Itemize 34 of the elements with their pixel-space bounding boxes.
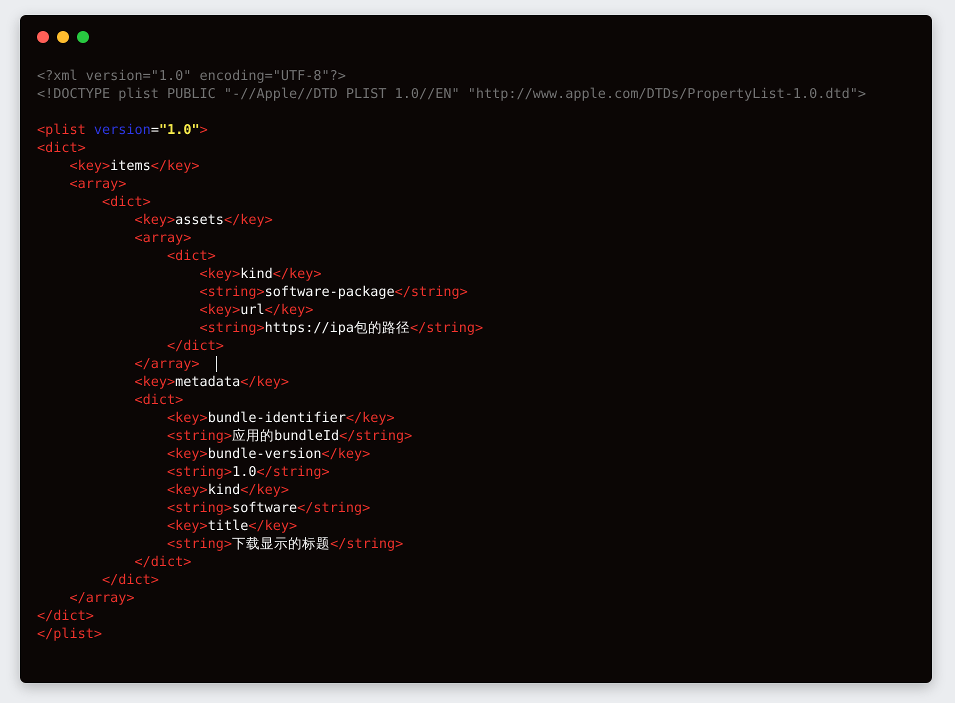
code-line: <string>software</string> [166, 499, 370, 517]
code-line: <array> [134, 229, 192, 247]
code-line: <string>software-package</string> [198, 283, 468, 301]
code-line: <string>https://ipa包的路径</string> [198, 319, 484, 337]
code-line: </dict> [101, 571, 159, 589]
code-line: <key>assets</key> [134, 211, 273, 229]
code-line: <string>应用的bundleId</string> [166, 427, 412, 445]
code-line: <array> [68, 175, 126, 193]
code-line: <key>items</key> [68, 157, 200, 175]
code-line: <plist version="1.0"> [37, 121, 208, 139]
code-line: <key>url</key> [198, 301, 314, 319]
code-line: </array> [134, 355, 200, 373]
code-line: <dict> [134, 391, 184, 409]
code-line: <dict> [37, 139, 86, 157]
window-close-button[interactable] [37, 31, 49, 43]
code-line: <key>bundle-identifier</key> [166, 409, 395, 427]
code-line: <string>下载显示的标题</string> [166, 535, 404, 553]
code-line: </plist> [37, 625, 102, 643]
code-line: <dict> [101, 193, 151, 211]
code-line: <dict> [166, 247, 216, 265]
code-line: <string>1.0</string> [166, 463, 330, 481]
code-line: <key>metadata</key> [134, 373, 289, 391]
code-line: </dict> [134, 553, 192, 571]
code-line: <key>bundle-version</key> [166, 445, 370, 463]
code-line: </dict> [166, 337, 224, 355]
code-line: <!DOCTYPE plist PUBLIC "-//Apple//DTD PLIST 1.0//EN" "http://www.apple.com/DTDs/PropertyList-1.0.dtd"> [37, 85, 866, 103]
window-minimize-button[interactable] [57, 31, 69, 43]
code-line: <key>title</key> [166, 517, 298, 535]
code-line: </dict> [37, 607, 94, 625]
code-line: </array> [68, 589, 135, 607]
code-line: <key>kind</key> [166, 481, 289, 499]
code-line: <key>kind</key> [198, 265, 322, 283]
window-zoom-button[interactable] [77, 31, 89, 43]
code-line: <?xml version="1.0" encoding="UTF-8"?> [37, 67, 346, 85]
